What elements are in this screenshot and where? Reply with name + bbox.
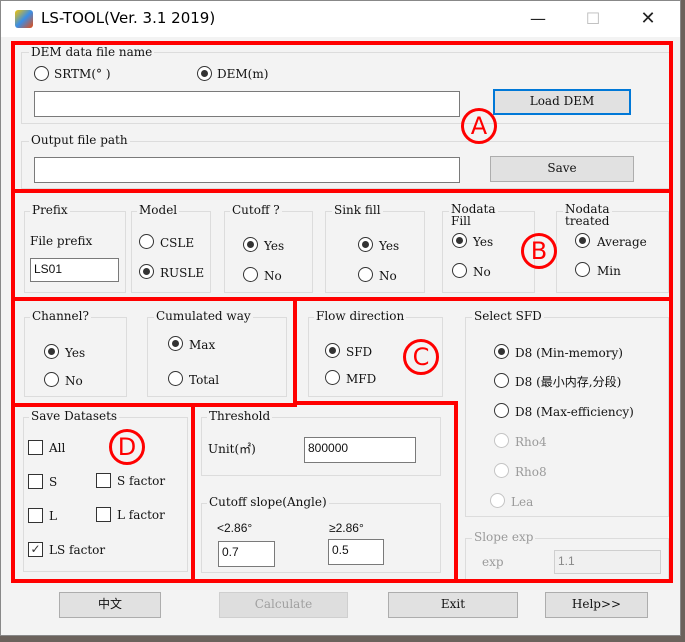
ls-tool-window: LS-TOOL(Ver. 3.1 2019) — ☐ ✕ DEM data fi… [0,0,681,636]
maximize-button[interactable]: ☐ [578,7,608,31]
annotation-frame-bottom [191,579,459,583]
close-button[interactable]: ✕ [633,7,663,31]
app-icon [15,10,33,28]
low-slope-label: <2.86° [217,521,253,535]
minimize-button[interactable]: — [523,7,553,31]
annotation-frame-a [11,41,673,193]
cutoff-slope-group-label: Cutoff slope(Angle) [207,495,329,509]
window-title: LS-TOOL(Ver. 3.1 2019) [41,9,216,27]
chinese-language-button[interactable]: 中文 [59,592,161,618]
help-button[interactable]: Help>> [545,592,648,618]
annotation-frame-c-step [293,401,458,409]
annotation-frame-c-top [293,297,673,405]
threshold-group-label: Threshold [207,409,273,423]
calculate-button[interactable]: Calculate [219,592,348,618]
badge-d: D [109,429,145,465]
high-slope-input[interactable]: 0.5 [328,539,384,565]
annotation-frame-b-bottom [11,297,297,407]
high-slope-label: ≥2.86° [329,521,364,535]
title-bar: LS-TOOL(Ver. 3.1 2019) — ☐ ✕ [1,1,680,37]
threshold-input[interactable]: 800000 [304,437,416,463]
threshold-unit-label: Unit(㎡) [208,442,256,456]
exit-button[interactable]: Exit [388,592,518,618]
annotation-frame-c-bottom [454,401,673,583]
badge-a: A [461,108,497,144]
annotation-frame-d [11,403,195,583]
badge-c: C [403,339,439,375]
low-slope-input[interactable]: 0.7 [218,541,275,567]
badge-b: B [521,233,557,269]
annotation-frame-b-top [11,189,673,301]
